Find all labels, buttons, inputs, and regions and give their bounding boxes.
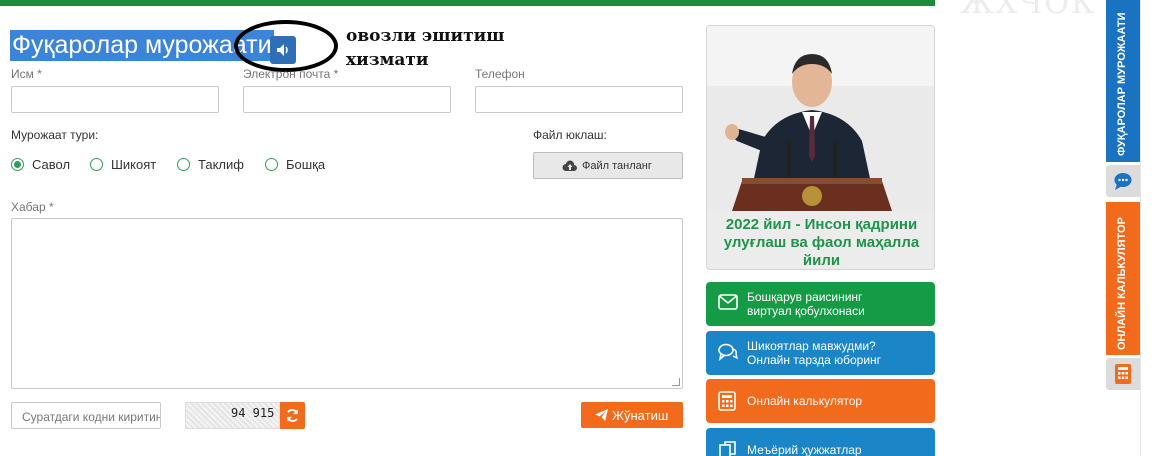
chat-bubbles-icon [1114, 173, 1132, 190]
envelope-icon [718, 294, 738, 310]
side-tab-calc-icon[interactable] [1106, 358, 1140, 390]
complaints-link[interactable]: Шикоятлар мавжудми? Онлайн тарзда юборинг [706, 331, 935, 375]
radio-dot-selected[interactable] [11, 158, 24, 171]
side-tab-appeals[interactable]: ФУҚАРОЛАР МУРОЖААТИ [1106, 0, 1140, 162]
choose-file-button[interactable]: Файл танланг [533, 152, 683, 179]
calculator-icon [1115, 364, 1131, 384]
captcha-refresh-button[interactable] [280, 402, 305, 429]
message-label: Хабар * [11, 200, 54, 214]
chat-icon [718, 343, 738, 361]
name-label: Исм * [11, 67, 42, 81]
email-input[interactable] [244, 87, 450, 112]
email-label: Электрон почта * [243, 67, 339, 81]
promo-card[interactable]: 2022 йил - Инсон қадрини улуғлаш ва фаол… [706, 25, 935, 270]
captcha-code: 94 915 [231, 406, 275, 420]
resize-grip-icon[interactable] [672, 378, 680, 386]
side-tab-chat[interactable] [1106, 165, 1140, 197]
refresh-icon [286, 409, 299, 422]
cloud-upload-icon [562, 160, 577, 171]
regulatory-documents-link[interactable]: Меъёрий ҳужжатлар [706, 428, 935, 456]
send-button[interactable]: Жўнатиш [581, 402, 683, 428]
radio-dot[interactable] [177, 158, 190, 171]
virtual-reception-link[interactable]: Бошқарув раисининг виртуал қобулхонаси [706, 282, 935, 326]
online-calculator-link[interactable]: Онлайн калькулятор [706, 379, 935, 423]
name-field[interactable] [11, 86, 219, 113]
side-tab-calculator[interactable]: ОНЛАЙН КАЛЬКУЛЯТОР [1106, 202, 1140, 355]
name-input[interactable] [12, 87, 218, 112]
side-rail [1140, 0, 1158, 456]
calculator-icon [718, 391, 736, 411]
tts-annotation: овозли эшитиш хизмати [346, 26, 505, 70]
promo-caption: 2022 йил - Инсон қадрини улуғлаш ва фаол… [723, 216, 920, 269]
background-watermark: ЖХЧОК [960, 0, 1097, 21]
captcha-image: 94 915 [185, 402, 280, 429]
president-photo [707, 26, 934, 211]
captcha-input[interactable]: Суратдаги кодни киритинг [11, 402, 161, 429]
top-green-bar [0, 0, 935, 6]
radio-dot[interactable] [265, 158, 278, 171]
documents-icon [719, 441, 736, 456]
phone-field[interactable] [475, 86, 683, 113]
file-upload-label: Файл юклаш: [533, 128, 607, 142]
paper-plane-icon [595, 409, 608, 421]
phone-input[interactable] [476, 87, 682, 112]
annotation-circle [234, 20, 338, 72]
phone-label: Телефон [475, 67, 525, 81]
message-textarea[interactable] [11, 218, 683, 389]
email-field[interactable] [243, 86, 451, 113]
radio-dot[interactable] [90, 158, 103, 171]
appeal-type-label: Мурожаат тури: [11, 128, 99, 142]
